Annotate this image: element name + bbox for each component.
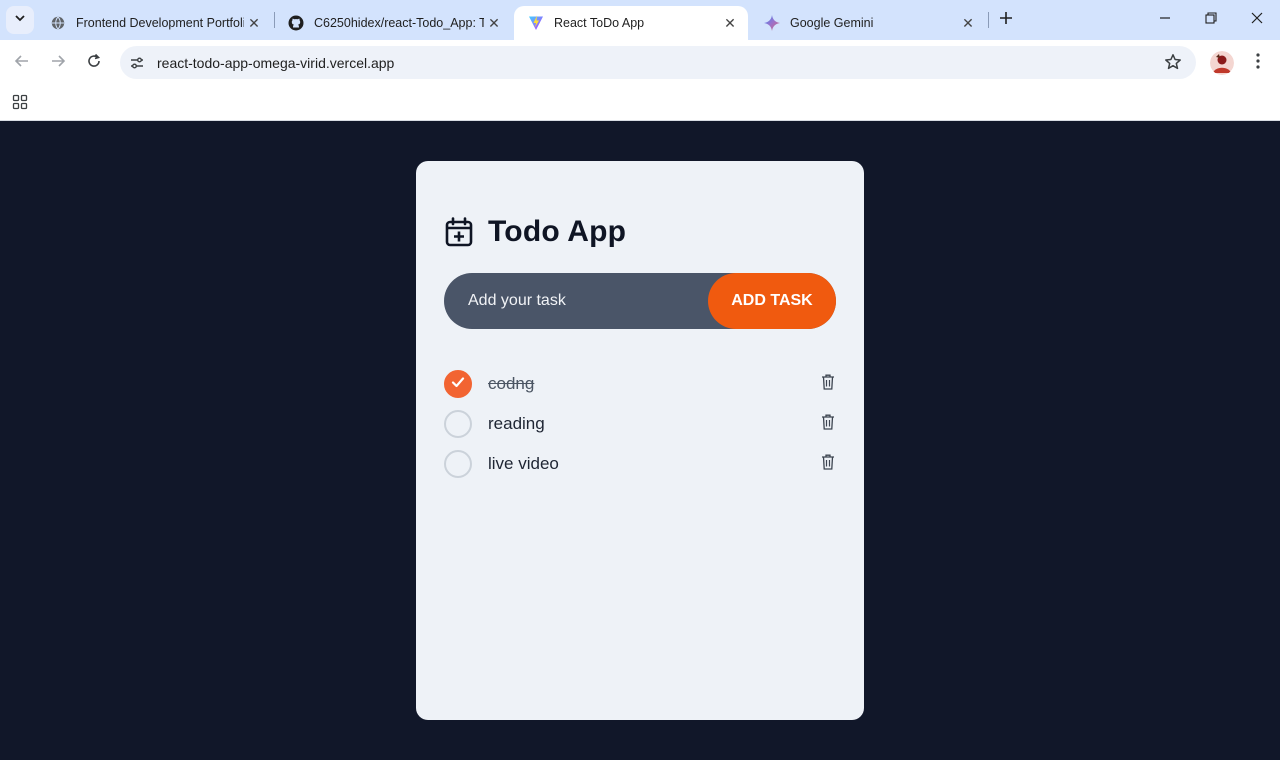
tab-github[interactable]: C6250hidex/react-Todo_App: To ✕ xyxy=(274,6,512,40)
tab-strip: Frontend Development Portfolio ✕ C6250hi… xyxy=(0,0,1280,40)
tab-title: Frontend Development Portfolio xyxy=(76,16,244,30)
delete-task-button[interactable] xyxy=(820,414,836,435)
checkmark-icon xyxy=(450,374,466,395)
arrow-right-icon xyxy=(50,53,66,74)
delete-task-button[interactable] xyxy=(820,374,836,395)
todo-text: live video xyxy=(488,454,559,473)
restore-button[interactable] xyxy=(1188,0,1234,40)
page-background: Todo App ADD TASK codng xyxy=(0,121,1280,760)
url-text: react-todo-app-omega-virid.vercel.app xyxy=(157,54,395,71)
todo-checkbox[interactable] xyxy=(444,370,472,398)
tab-divider xyxy=(988,12,989,28)
plus-icon xyxy=(999,11,1013,30)
close-icon[interactable]: ✕ xyxy=(484,13,504,33)
minimize-button[interactable] xyxy=(1142,0,1188,40)
site-settings-icon[interactable] xyxy=(126,52,148,74)
close-icon[interactable]: ✕ xyxy=(958,13,978,33)
browser-menu-button[interactable] xyxy=(1248,51,1268,75)
globe-icon xyxy=(50,15,66,31)
todo-checkbox[interactable] xyxy=(444,410,472,438)
gemini-icon xyxy=(764,15,780,31)
new-tab-button[interactable] xyxy=(994,8,1018,32)
restore-icon xyxy=(1205,11,1217,29)
trash-icon xyxy=(821,374,835,395)
add-task-button[interactable]: ADD TASK xyxy=(708,273,836,329)
tab-title: Google Gemini xyxy=(790,16,874,30)
profile-avatar[interactable] xyxy=(1210,51,1234,75)
close-icon[interactable]: ✕ xyxy=(244,13,264,33)
tab-react-todo[interactable]: React ToDo App ✕ xyxy=(514,6,748,40)
bookmark-star-icon[interactable] xyxy=(1164,53,1182,71)
tab-title: React ToDo App xyxy=(554,16,645,30)
github-icon xyxy=(288,15,304,31)
vite-icon xyxy=(528,15,544,31)
close-icon[interactable]: ✕ xyxy=(720,13,740,33)
todo-checkbox[interactable] xyxy=(444,450,472,478)
app-header: Todo App xyxy=(444,215,626,249)
list-item: codng xyxy=(444,364,836,404)
trash-icon xyxy=(821,454,835,475)
reload-button[interactable] xyxy=(80,49,108,77)
trash-icon xyxy=(821,414,835,435)
task-input[interactable] xyxy=(444,273,714,329)
app-title: Todo App xyxy=(488,215,627,248)
forward-button[interactable] xyxy=(44,49,72,77)
apps-grid-icon[interactable] xyxy=(10,92,30,112)
browser-toolbar: react-todo-app-omega-virid.vercel.app xyxy=(0,40,1280,86)
todo-list: codng reading live video xyxy=(444,364,836,484)
todo-text: reading xyxy=(488,414,545,433)
tab-portfolio[interactable]: Frontend Development Portfolio ✕ xyxy=(36,6,272,40)
tab-search-button[interactable] xyxy=(6,6,34,34)
delete-task-button[interactable] xyxy=(820,454,836,475)
close-window-button[interactable] xyxy=(1234,0,1280,40)
calendar-plus-icon xyxy=(444,217,474,247)
arrow-left-icon xyxy=(14,53,30,74)
address-bar[interactable]: react-todo-app-omega-virid.vercel.app xyxy=(120,46,1196,79)
list-item: reading xyxy=(444,404,836,444)
add-task-form: ADD TASK xyxy=(444,273,836,329)
bookmarks-bar xyxy=(0,86,1280,121)
tab-gemini[interactable]: Google Gemini ✕ xyxy=(750,6,986,40)
todo-text: codng xyxy=(488,374,535,393)
close-icon xyxy=(1251,11,1263,29)
todo-card: Todo App ADD TASK codng xyxy=(416,161,864,720)
minimize-icon xyxy=(1159,11,1171,29)
list-item: live video xyxy=(444,444,836,484)
tab-title: C6250hidex/react-Todo_App: To xyxy=(314,16,484,30)
back-button[interactable] xyxy=(8,49,36,77)
chevron-down-icon xyxy=(14,11,26,29)
kebab-menu-icon xyxy=(1256,52,1260,74)
reload-icon xyxy=(86,53,102,74)
